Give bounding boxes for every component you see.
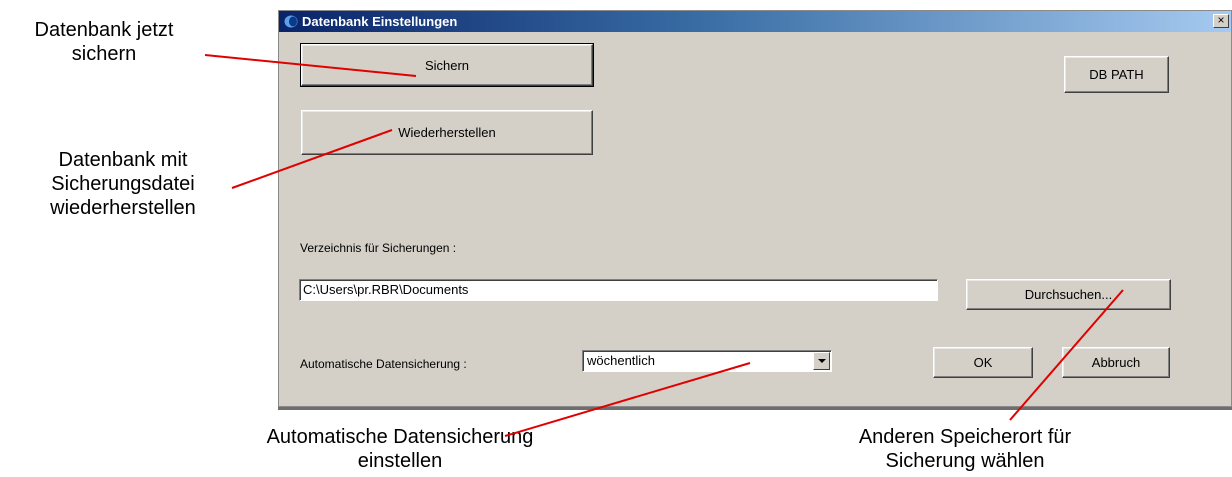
annotation-restore: Datenbank mit Sicherungsdatei wiederhers… — [50, 149, 196, 219]
settings-dialog: Datenbank Einstellungen × Sichern Wieder… — [278, 10, 1232, 407]
annotation-auto-backup: Automatische Datensicherung einstellen — [266, 426, 534, 472]
auto-backup-label: Automatische Datensicherung : — [300, 357, 467, 371]
chevron-down-icon — [817, 359, 826, 363]
dialog-title: Datenbank Einstellungen — [302, 14, 458, 29]
auto-backup-select[interactable]: wöchentlich — [582, 350, 832, 372]
annotation-backup: Datenbank jetzt sichern — [34, 19, 174, 65]
cancel-button[interactable]: Abbruch — [1062, 347, 1170, 378]
directory-input[interactable]: C:\Users\pr.RBR\Documents — [299, 279, 938, 301]
directory-label: Verzeichnis für Sicherungen : — [300, 241, 457, 255]
db-path-button[interactable]: DB PATH — [1064, 56, 1169, 93]
ok-button[interactable]: OK — [933, 347, 1033, 378]
close-icon: × — [1217, 13, 1225, 27]
dropdown-arrow-button[interactable] — [813, 352, 830, 370]
close-button[interactable]: × — [1213, 14, 1229, 28]
auto-backup-value: wöchentlich — [587, 353, 655, 368]
app-icon — [284, 15, 298, 28]
title-bar[interactable]: Datenbank Einstellungen × — [279, 11, 1231, 32]
browse-button[interactable]: Durchsuchen... — [966, 279, 1171, 310]
restore-button[interactable]: Wiederherstellen — [301, 110, 593, 155]
backup-button[interactable]: Sichern — [300, 43, 594, 87]
annotation-location: Anderen Speicherort für Sicherung wählen — [858, 426, 1072, 472]
